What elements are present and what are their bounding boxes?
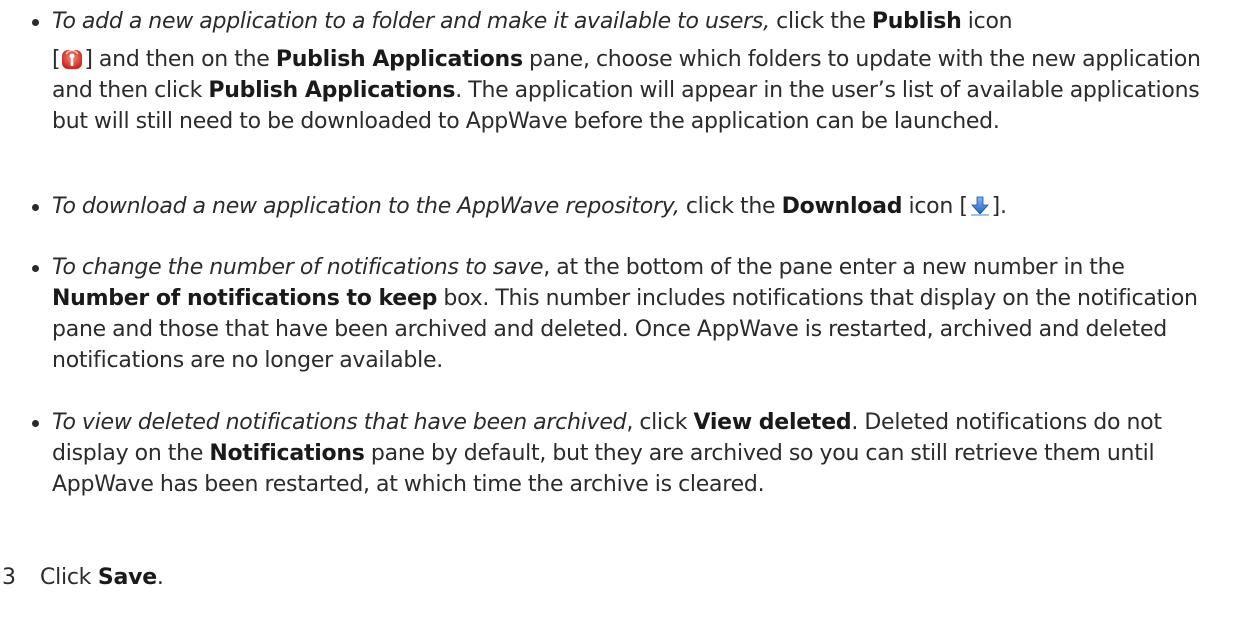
- publish-icon: [61, 48, 83, 70]
- list-item-line: To add a new application to a folder and…: [52, 6, 1221, 37]
- download-icon: [969, 195, 991, 217]
- bold-term-save: Save: [97, 565, 157, 590]
- text-run: icon [: [902, 194, 968, 219]
- list-item-publish: To add a new application to a folder and…: [0, 6, 1241, 137]
- text-run: , at the bottom of the pane enter a new …: [543, 255, 1125, 280]
- text-run: .: [156, 565, 164, 590]
- bold-term-publish-applications-button: Publish Applications: [208, 78, 456, 103]
- text-run: , click: [626, 410, 694, 435]
- step-text: Click Save.: [40, 562, 164, 593]
- document-page: To add a new application to a folder and…: [0, 0, 1241, 626]
- text-run: click the: [769, 9, 872, 34]
- text-run: Click: [40, 565, 98, 590]
- text-run: ].: [991, 194, 1007, 219]
- list-item-notifications-count: To change the number of notifications to…: [0, 252, 1241, 376]
- bold-term-number-of-notifications: Number of notifications to keep: [52, 286, 438, 311]
- bold-term-publish-applications-pane: Publish Applications: [275, 47, 523, 72]
- bold-term-download: Download: [781, 194, 903, 219]
- text-run: ] and then on the: [84, 47, 276, 72]
- list-item-view-deleted: To view deleted notifications that have …: [0, 407, 1241, 500]
- bold-term-view-deleted: View deleted: [693, 410, 852, 435]
- step-number: 3: [2, 565, 16, 590]
- italic-phrase: To change the number of notifications to…: [52, 255, 544, 280]
- text-run: click the: [679, 194, 782, 219]
- bold-term-publish: Publish: [871, 9, 962, 34]
- text-run: icon: [961, 9, 1013, 34]
- text-run: [: [52, 47, 61, 72]
- italic-phrase: To view deleted notifications that have …: [52, 410, 627, 435]
- italic-phrase: To add a new application to a folder and…: [52, 9, 770, 34]
- bold-term-notifications: Notifications: [209, 441, 365, 466]
- italic-phrase: To download a new application to the App…: [52, 194, 680, 219]
- list-item-download: To download a new application to the App…: [0, 191, 1241, 222]
